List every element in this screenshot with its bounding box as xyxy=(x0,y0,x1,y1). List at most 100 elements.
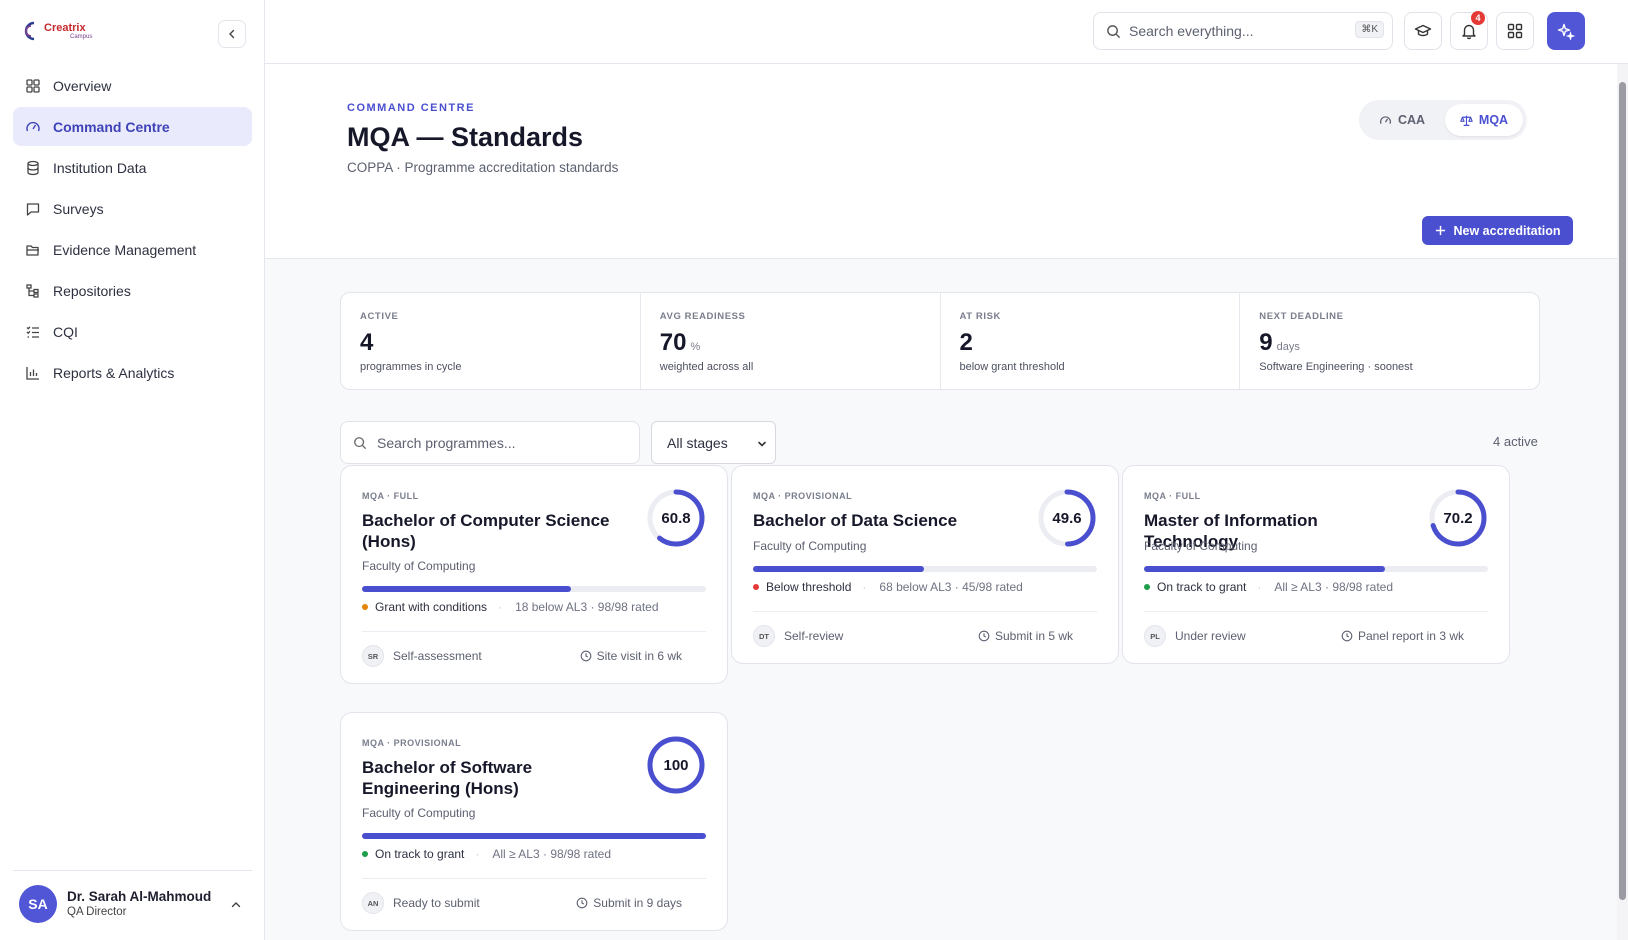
grid-icon xyxy=(26,78,40,93)
global-search-input[interactable]: Search everything... ⌘K xyxy=(1093,12,1393,50)
sidebar-item-reports-analytics[interactable]: Reports & Analytics xyxy=(13,353,252,392)
clock-icon xyxy=(580,650,591,662)
chevron-up-icon[interactable] xyxy=(230,899,242,911)
message-square-icon xyxy=(26,202,40,216)
stat-unit: % xyxy=(690,341,701,353)
plus-icon xyxy=(1435,225,1445,236)
readiness-progress-bar xyxy=(1144,566,1488,572)
programme-faculty: Faculty of Computing xyxy=(1144,539,1258,553)
user-profile[interactable]: SA Dr. Sarah Al-Mahmoud QA Director xyxy=(13,870,252,936)
deadline-label: Submit in 9 days xyxy=(593,896,682,910)
toggle-caa[interactable]: CAA xyxy=(1363,104,1441,136)
sidebar-item-label: Institution Data xyxy=(53,159,147,176)
toggle-caa-label: CAA xyxy=(1397,113,1426,127)
user-role: QA Director xyxy=(67,906,127,918)
programme-faculty: Faculty of Computing xyxy=(362,806,476,820)
graduation-cap-icon xyxy=(1414,24,1432,37)
sidebar-item-cqi[interactable]: CQI xyxy=(13,312,252,351)
programme-stage: Ready to submit xyxy=(393,896,480,910)
readiness-ring: 60.8 xyxy=(645,487,707,549)
main-content: ACTIVE 4 programmes in cycle AVG READINE… xyxy=(265,259,1617,940)
chevron-down-icon xyxy=(758,441,766,447)
sidebar-item-repositories[interactable]: Repositories xyxy=(13,271,252,310)
programme-footer: SR Self-assessment Site visit in 6 wk xyxy=(362,645,682,667)
scrollbar-thumb[interactable] xyxy=(1619,82,1626,900)
search-icon xyxy=(354,436,367,449)
readiness-score: 49.6 xyxy=(1052,509,1082,527)
status-separator: · xyxy=(1257,580,1262,594)
bar-chart-icon xyxy=(26,366,39,380)
stat-note: weighted across all xyxy=(659,361,754,373)
apps-button[interactable] xyxy=(1496,12,1534,50)
stage-filter-select[interactable]: All stages xyxy=(651,421,776,464)
programme-type: MQA · PROVISIONAL xyxy=(753,491,853,501)
readiness-progress-fill xyxy=(1144,566,1386,572)
readiness-ring: 49.6 xyxy=(1036,487,1098,549)
topbar: Search everything... ⌘K 4 xyxy=(265,0,1628,64)
programme-stage: Self-assessment xyxy=(393,649,482,663)
page-subtitle: COPPA · Programme accreditation standard… xyxy=(347,160,619,175)
gauge-icon xyxy=(1379,115,1391,124)
programme-status: Below threshold · 68 below AL3 · 45/98 r… xyxy=(753,580,1023,594)
folder-open-icon xyxy=(26,244,39,256)
sidebar-item-label: CQI xyxy=(53,323,78,340)
status-label: On track to grant xyxy=(1157,580,1247,594)
stat-label: ACTIVE xyxy=(360,311,399,322)
brand-logo[interactable]: Creatrix Campus xyxy=(20,20,92,42)
stat-active: ACTIVE 4 programmes in cycle xyxy=(341,293,641,389)
creatrix-logo-icon xyxy=(24,21,35,41)
sidebar-item-institution-data[interactable]: Institution Data xyxy=(13,148,252,187)
readiness-ring: 70.2 xyxy=(1427,487,1489,549)
list-checks-icon xyxy=(26,325,39,338)
collapse-sidebar-button[interactable] xyxy=(218,20,246,48)
readiness-progress-bar xyxy=(753,566,1097,572)
sidebar-item-surveys[interactable]: Surveys xyxy=(13,189,252,228)
programme-card[interactable]: MQA · FULL Bachelor of Computer Science … xyxy=(340,465,728,684)
sidebar-item-label: Command Centre xyxy=(53,118,170,135)
ai-assistant-button[interactable] xyxy=(1547,12,1585,50)
scrollbar[interactable] xyxy=(1617,64,1628,940)
status-detail: All ≥ AL3 · 98/98 rated xyxy=(1274,580,1394,594)
programme-card[interactable]: MQA · PROVISIONAL Bachelor of Data Scien… xyxy=(731,465,1119,664)
programme-deadline: Site visit in 6 wk xyxy=(580,649,682,663)
sidebar-item-overview[interactable]: Overview xyxy=(13,66,252,105)
stage-filter-value: All stages xyxy=(667,434,728,451)
programme-type: MQA · PROVISIONAL xyxy=(362,738,462,748)
readiness-progress-fill xyxy=(362,833,706,839)
programme-search-input[interactable]: Search programmes... xyxy=(340,421,640,464)
new-accreditation-button[interactable]: New accreditation xyxy=(1422,216,1573,245)
status-dot xyxy=(1144,584,1150,590)
programme-footer: AN Ready to submit Submit in 9 days xyxy=(362,892,682,914)
programme-title: Bachelor of Software Engineering (Hons) xyxy=(362,758,533,798)
stat-note: programmes in cycle xyxy=(360,361,462,373)
stat-value: 9 xyxy=(1259,329,1273,356)
chevron-left-icon xyxy=(229,29,235,39)
sidebar: Creatrix Campus Overview Command Centre … xyxy=(0,0,265,940)
programme-card[interactable]: MQA · FULL Master of Information Technol… xyxy=(1122,465,1510,664)
clock-icon xyxy=(576,897,588,909)
gauge-icon xyxy=(26,121,40,131)
card-divider xyxy=(1144,611,1488,612)
programme-status: Grant with conditions · 18 below AL3 · 9… xyxy=(362,600,659,614)
toggle-mqa[interactable]: MQA xyxy=(1445,104,1523,136)
sidebar-item-evidence-management[interactable]: Evidence Management xyxy=(13,230,252,269)
status-dot xyxy=(362,851,368,857)
notifications-button[interactable]: 4 xyxy=(1450,11,1488,50)
status-separator: · xyxy=(475,847,480,861)
sidebar-item-label: Evidence Management xyxy=(53,241,197,258)
stat-next-deadline: NEXT DEADLINE 9 days Software Engineering… xyxy=(1240,293,1539,389)
programme-card[interactable]: MQA · PROVISIONAL Bachelor of Software E… xyxy=(340,712,728,931)
notification-count-badge: 4 xyxy=(1471,11,1485,25)
courses-button[interactable] xyxy=(1404,12,1442,50)
status-detail: All ≥ AL3 · 98/98 rated xyxy=(492,847,612,861)
scale-icon xyxy=(1460,115,1473,126)
active-count: 4 active xyxy=(1493,434,1538,449)
page-header: COMMAND CENTRE MQA — Standards COPPA · P… xyxy=(265,64,1617,259)
programme-title: Bachelor of Computer Science (Hons) xyxy=(362,511,610,551)
status-label: Below threshold xyxy=(766,580,852,594)
sidebar-item-command-centre[interactable]: Command Centre xyxy=(13,107,252,146)
search-shortcut: ⌘K xyxy=(1355,21,1384,38)
status-dot xyxy=(753,584,759,590)
programme-footer: DT Self-review Submit in 5 wk xyxy=(753,625,1073,647)
owner-avatar: AN xyxy=(362,892,384,914)
